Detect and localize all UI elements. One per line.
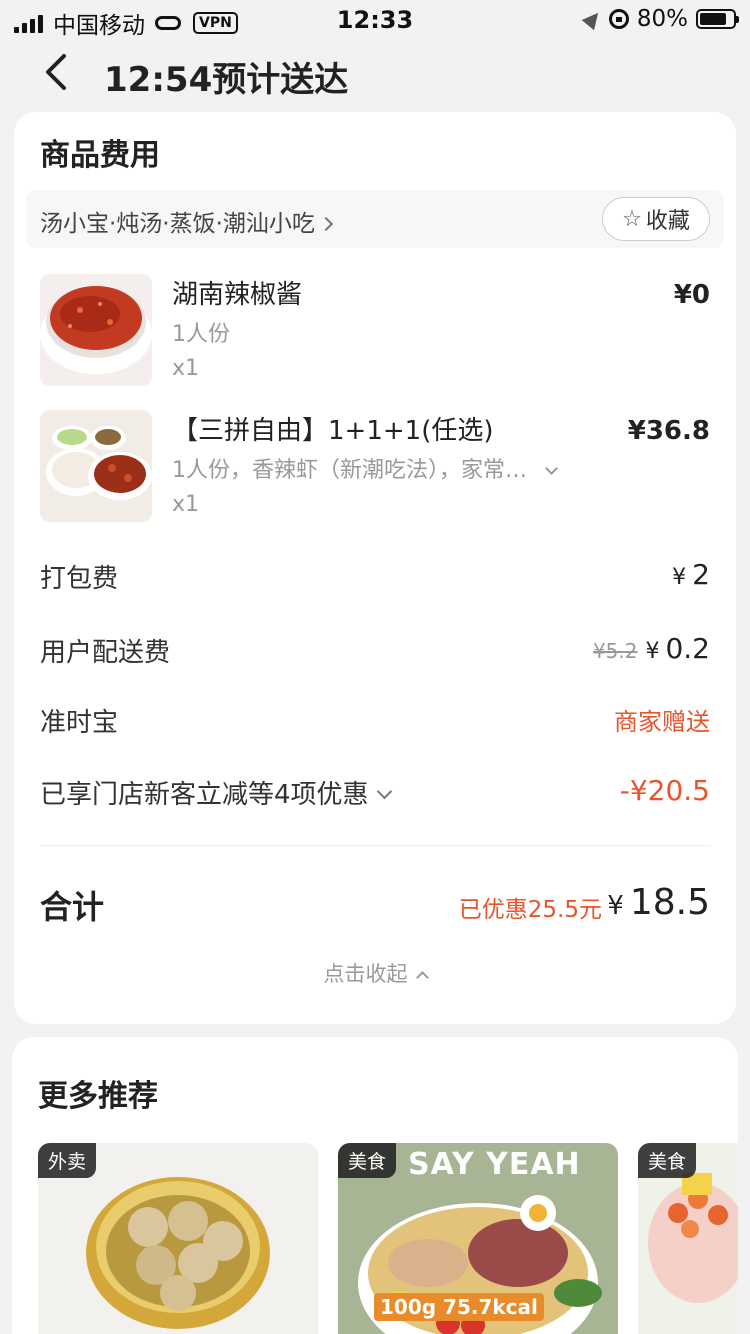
recommend-card: 更多推荐 外卖 SAY YEAH 100g 75.7kcal 美食 美食 [12,1037,738,1334]
ontime-row: 准时宝 商家赠送 [40,702,710,742]
order-detail-card: 商品费用 汤小宝·炖汤·蒸饭·潮汕小吃 ☆ 收藏 湖南辣椒酱 1人份 x1 ¥0 [14,112,736,1024]
status-right: 80% [581,6,739,32]
item-name: 湖南辣椒酱 [172,280,303,310]
page-title: 12:54预计送达 [104,60,349,100]
chevron-right-icon [318,216,334,232]
packing-fee-row: 打包费 ¥2 [40,558,710,598]
recommend-tile[interactable]: 外卖 [38,1143,318,1334]
currency-symbol: ¥ [607,891,624,921]
favorite-button[interactable]: ☆ 收藏 [602,197,710,241]
item-price: ¥36.8 [627,416,710,446]
ontime-value: 商家赠送 [614,708,710,736]
nav-bar: 12:54预计送达 [0,40,750,110]
order-item[interactable]: 【三拼自由】1+1+1(任选) 1人份，香辣虾（新潮吃法），家常… x1 ¥36… [40,410,710,522]
chevron-down-icon [376,783,392,800]
recommend-title: 更多推荐 [38,1079,158,1114]
delivery-fee-row: 用户配送费 ¥5.2 ¥0.2 [40,632,710,672]
promo-banner: SAY YEAH [408,1147,581,1182]
recommend-tile[interactable]: SAY YEAH 100g 75.7kcal 美食 [338,1143,618,1334]
collapse-button[interactable]: 点击收起 [14,958,736,988]
rotation-lock-icon [608,9,629,29]
calorie-badge: 100g 75.7kcal [374,1293,544,1321]
shop-name-link[interactable]: 汤小宝·炖汤·蒸饭·潮汕小吃 [40,204,334,238]
packing-fee-value: ¥2 [672,558,710,591]
item-name: 【三拼自由】1+1+1(任选) [172,416,494,446]
star-outline-icon: ☆ [622,206,642,232]
discount-label: 已享门店新客立减等4项优惠 [40,780,369,810]
discount-label-group[interactable]: 已享门店新客立减等4项优惠 [40,774,392,811]
divider [40,845,710,846]
item-price: ¥0 [673,280,710,310]
recommend-tile[interactable]: 美食 [638,1143,738,1334]
total-amount: 18.5 [629,882,710,923]
ontime-label: 准时宝 [40,708,119,738]
battery-percent: 80% [636,6,688,32]
chevron-down-icon [545,462,558,475]
recommend-tag: 美食 [638,1143,697,1178]
section-title: 商品费用 [40,138,160,173]
shop-name: 汤小宝·炖汤·蒸饭·潮汕小吃 [40,211,315,237]
item-spec: 1人份，香辣虾（新潮吃法），家常… [172,458,527,483]
recommend-tag: 外卖 [38,1143,97,1178]
discount-row[interactable]: 已享门店新客立减等4项优惠 -¥20.5 [40,774,710,814]
currency-symbol: ¥ [672,565,687,590]
item-thumbnail [40,274,152,386]
collapse-label: 点击收起 [323,962,408,986]
item-quantity: x1 [172,356,200,381]
total-value: ¥18.5 [607,882,710,923]
delivery-fee-label: 用户配送费 [40,638,171,668]
total-label: 合计 [40,888,105,926]
chevron-left-icon[interactable] [40,52,80,92]
location-arrow-icon [581,7,605,31]
currency-symbol: ¥ [645,639,660,664]
delivery-fee-amount: 0.2 [665,632,710,665]
packing-fee-amount: 2 [692,558,710,591]
recommend-tag: 美食 [338,1143,397,1178]
item-spec-row[interactable]: 1人份，香辣虾（新潮吃法），家常… [172,452,558,484]
favorite-label: 收藏 [645,209,690,234]
order-item[interactable]: 湖南辣椒酱 1人份 x1 ¥0 [40,274,710,386]
status-bar: 中国移动 VPN 12:33 80% [0,0,750,40]
packing-fee-label: 打包费 [40,564,119,594]
shop-row[interactable]: 汤小宝·炖汤·蒸饭·潮汕小吃 ☆ 收藏 [26,190,724,248]
item-spec: 1人份 [172,322,230,347]
battery-icon [696,9,739,29]
item-quantity: x1 [172,492,200,517]
item-thumbnail [40,410,152,522]
discount-value: -¥20.5 [619,774,710,807]
total-saved: 已优惠25.5元 [458,897,602,923]
chevron-up-icon [415,971,429,984]
original-delivery-fee: ¥5.2 [592,639,638,663]
delivery-fee-value: ¥5.2 ¥0.2 [593,632,710,665]
